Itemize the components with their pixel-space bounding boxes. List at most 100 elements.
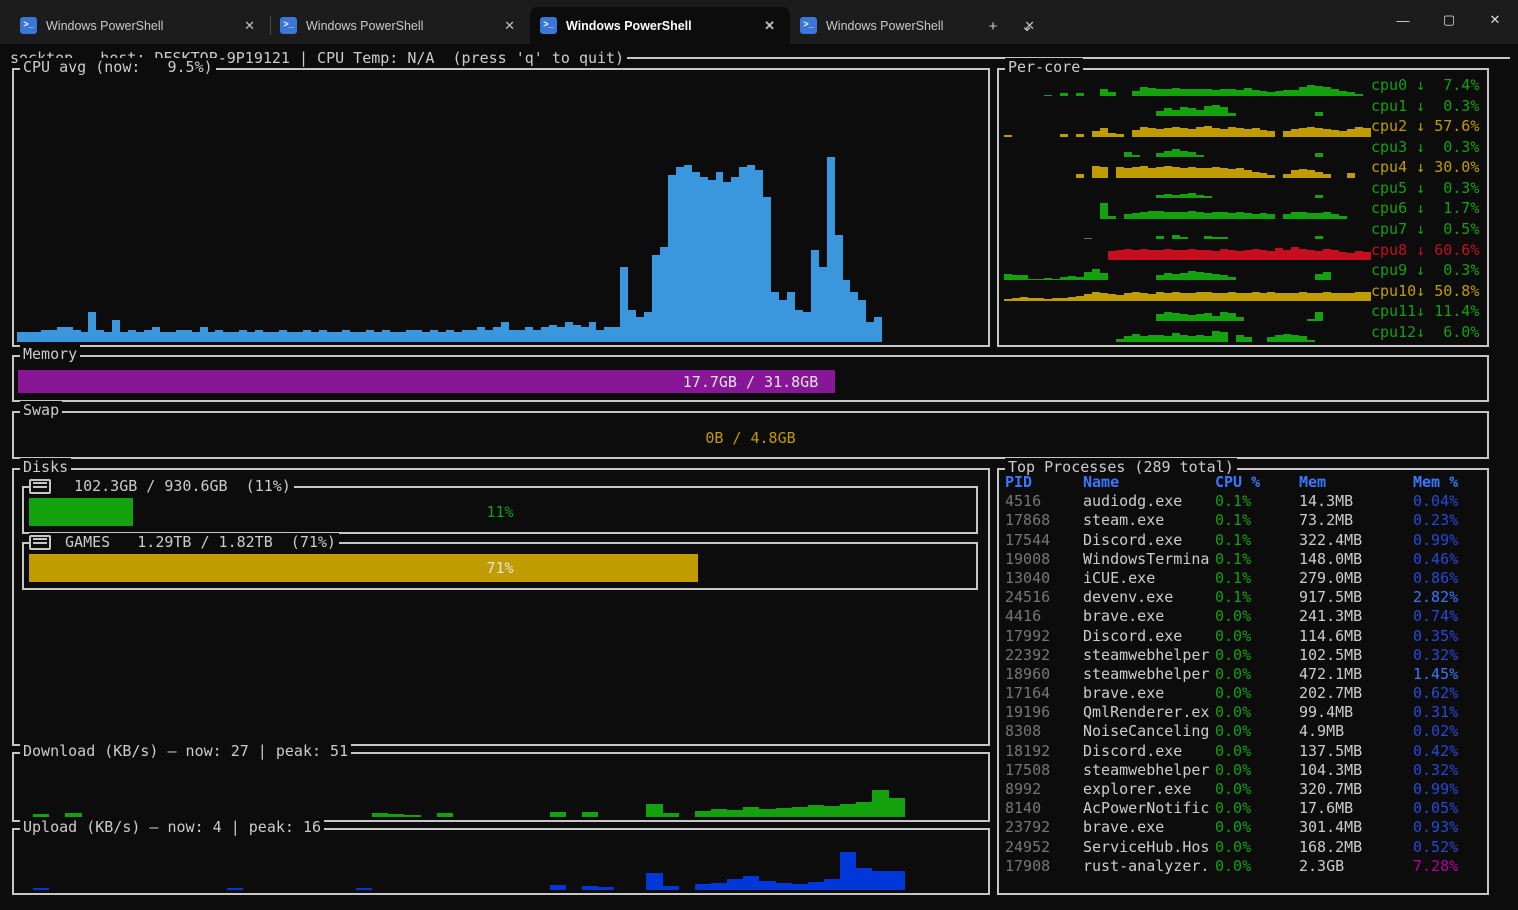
process-cell-name: audiodg.exe — [1083, 492, 1215, 511]
cpu-history-bar — [747, 165, 755, 343]
download-bar — [824, 806, 840, 817]
core-spark-bar — [1299, 212, 1307, 219]
cpu-history-bar — [589, 322, 597, 342]
process-cell-name: QmlRenderer.ex — [1083, 703, 1215, 722]
process-cell-name: Discord.exe — [1083, 627, 1215, 646]
drive-icon — [29, 479, 51, 494]
cpu-history-bar — [33, 332, 41, 342]
cpu-history-bar — [573, 325, 581, 343]
memory-panel: Memory 17.7GB / 31.8GB — [12, 355, 1489, 402]
upload-bar — [872, 871, 888, 890]
process-column-header: Mem % — [1413, 473, 1483, 492]
cpu-history-bar — [430, 330, 438, 343]
core-spark-bar — [1299, 292, 1307, 301]
download-bar — [856, 802, 872, 817]
core-row-9: cpu9 ↓ 0.3% — [1004, 260, 1483, 281]
core-spark-bar — [1196, 335, 1204, 342]
core-label: cpu10↓ 50.8% — [1371, 280, 1483, 301]
download-history-chart — [17, 766, 985, 817]
upload-bar — [33, 888, 49, 890]
upload-bar — [824, 879, 840, 890]
cpu-history-bar — [771, 292, 779, 342]
tabstrip-extras: + ⌄ — [978, 12, 1042, 40]
core-spark-bar — [1188, 108, 1196, 116]
cpu-history-chart — [17, 92, 883, 342]
upload-bar — [598, 887, 614, 890]
core-spark-bar — [1156, 250, 1164, 260]
minimize-button[interactable]: — — [1380, 0, 1426, 40]
core-spark-bar — [1212, 251, 1220, 260]
per-core-panel: Per-core cpu0 ↓ 7.4%cpu1 ↓ 0.3%cpu2 ↓ 57… — [997, 68, 1489, 347]
core-spark-bar — [1180, 314, 1188, 321]
process-cell-mem-pct: 0.02% — [1413, 722, 1483, 741]
tab-windows-powershell-3[interactable]: >_Windows PowerShell✕ — [530, 7, 790, 44]
process-cell-mem-pct: 7.28% — [1413, 857, 1483, 876]
download-panel: Download (KB/s) — now: 27 | peak: 51 — [12, 752, 990, 822]
cpu-history-bar — [739, 167, 747, 342]
drive-icon — [29, 535, 51, 550]
powershell-icon: >_ — [800, 17, 817, 34]
process-cell-mem: 241.3MB — [1299, 607, 1413, 626]
core-spark-bar — [1228, 313, 1236, 321]
process-cell-mem-pct: 0.42% — [1413, 742, 1483, 761]
cpu-history-bar — [342, 330, 350, 343]
core-sparkline — [1004, 219, 1371, 240]
download-bar — [437, 813, 453, 817]
cpu-avg-title: CPU avg (now: 9.5%) — [20, 58, 216, 77]
tab-close-icon[interactable]: ✕ — [239, 16, 260, 36]
upload-bar — [356, 888, 372, 890]
cpu-history-bar — [287, 332, 295, 342]
core-row-4: cpu4 ↓ 30.0% — [1004, 157, 1483, 178]
process-column-header: Name — [1083, 473, 1215, 492]
cpu-history-bar — [565, 322, 573, 342]
core-spark-bar — [1164, 128, 1172, 137]
tab-windows-powershell-1[interactable]: >_Windows PowerShell✕ — [10, 7, 270, 44]
core-spark-bar — [1339, 252, 1347, 260]
disk-title-text: GAMES 1.29TB / 1.82TB (71%) — [56, 533, 336, 551]
download-bar — [695, 811, 711, 817]
drive-icon-line — [33, 486, 47, 488]
cpu-history-bar — [57, 327, 65, 342]
tab-windows-powershell-2[interactable]: >_Windows PowerShell✕ — [270, 7, 530, 44]
swap-meter: 0B / 4.8GB — [18, 426, 1483, 450]
cpu-history-bar — [493, 327, 501, 342]
core-spark-bar — [1355, 292, 1363, 301]
core-spark-bar — [1307, 170, 1315, 177]
powershell-icon: >_ — [280, 17, 297, 34]
core-spark-bar — [1116, 250, 1124, 260]
core-spark-bar — [1172, 127, 1180, 136]
core-spark-bar — [1291, 170, 1299, 177]
process-cell-cpu: 0.0% — [1215, 703, 1299, 722]
core-spark-bar — [1291, 293, 1299, 301]
core-spark-bar — [1148, 88, 1156, 95]
cpu-history-bar — [581, 327, 589, 342]
process-cell-pid: 8992 — [1005, 780, 1083, 799]
upload-bar — [889, 871, 905, 890]
maximize-button[interactable]: ▢ — [1426, 0, 1472, 40]
terminal-content: socktop — host: DESKTOP-9P19121 | CPU Te… — [0, 44, 1518, 910]
tab-dropdown-button[interactable]: ⌄ — [1012, 12, 1042, 40]
close-button[interactable]: ✕ — [1472, 0, 1518, 40]
core-spark-bar — [1299, 249, 1307, 260]
core-spark-bar — [1355, 127, 1363, 136]
core-spark-bar — [1220, 212, 1228, 219]
cpu-history-bar — [596, 330, 604, 343]
process-cell-mem-pct: 0.05% — [1413, 799, 1483, 818]
process-cell-mem: 168.2MB — [1299, 838, 1413, 857]
core-spark-bar — [1315, 86, 1323, 96]
core-row-5: cpu5 ↓ 0.3% — [1004, 178, 1483, 199]
tab-close-icon[interactable]: ✕ — [759, 16, 780, 36]
new-tab-button[interactable]: + — [978, 12, 1008, 40]
process-cell-name: Discord.exe — [1083, 531, 1215, 550]
core-spark-bar — [1124, 249, 1132, 260]
cpu-history-bar — [509, 330, 517, 343]
core-spark-bar — [1156, 335, 1164, 342]
cpu-history-bar — [144, 330, 152, 343]
core-spark-bar — [1172, 167, 1180, 177]
process-cell-name: rust-analyzer. — [1083, 857, 1215, 876]
cpu-history-bar — [295, 332, 303, 342]
drive-icon-line — [33, 538, 47, 540]
tab-close-icon[interactable]: ✕ — [499, 16, 520, 36]
upload-bar — [776, 883, 792, 890]
core-spark-bar — [1148, 211, 1156, 219]
